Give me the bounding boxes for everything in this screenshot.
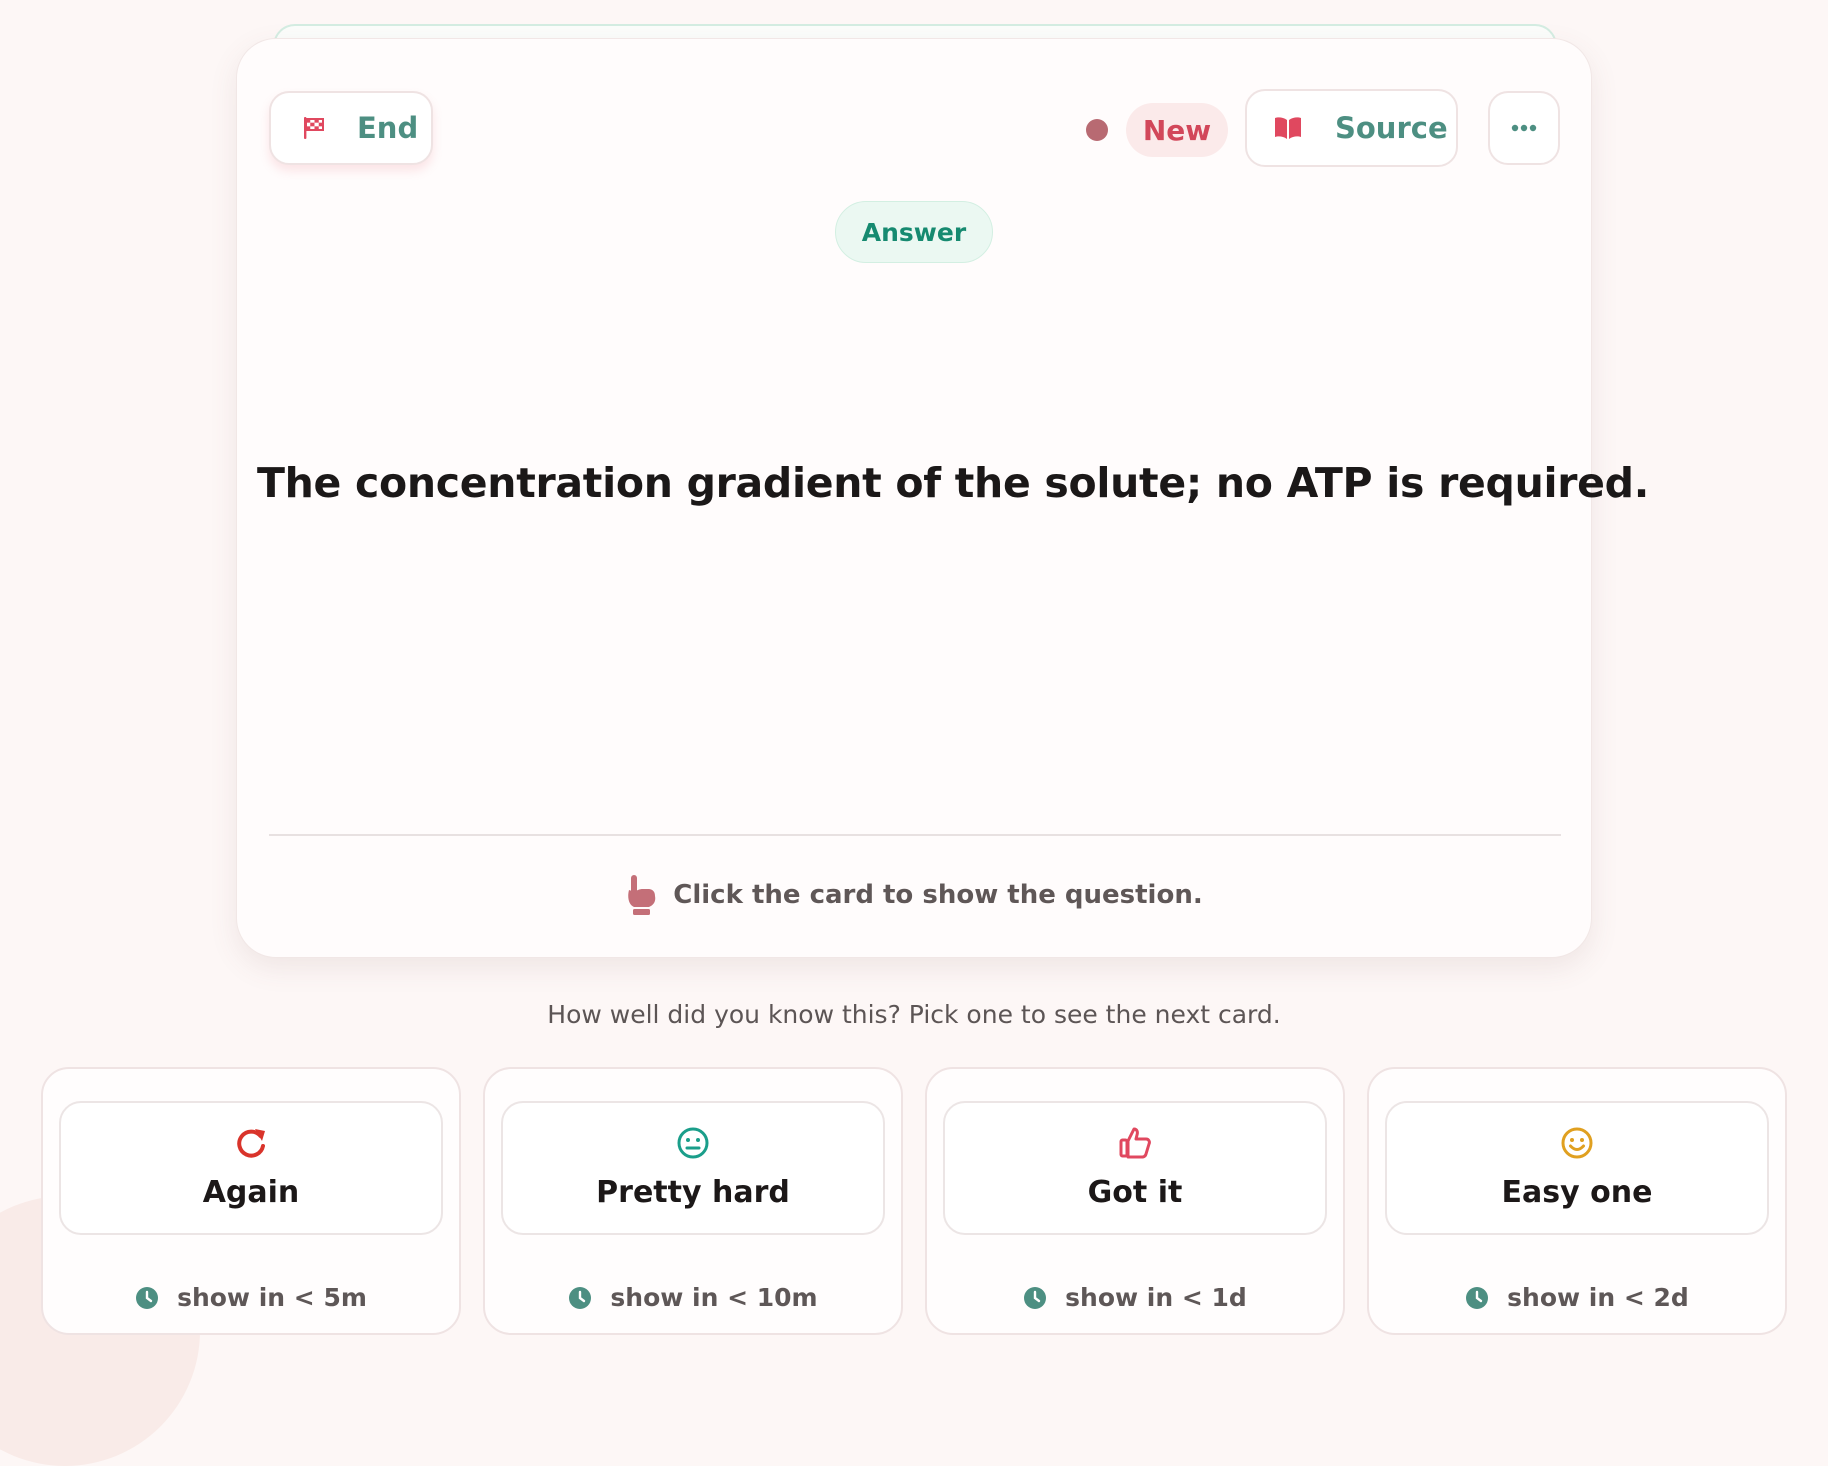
rating-interval: show in < 10m (485, 1283, 901, 1312)
rating-interval: show in < 2d (1369, 1283, 1785, 1312)
answer-text: The concentration gradient of the solute… (257, 459, 1649, 507)
flip-hint: Click the card to show the question. (237, 874, 1591, 916)
checkered-flag-icon (304, 117, 324, 139)
smile-face-icon (1561, 1127, 1593, 1159)
flashcard[interactable]: End New Source Answer The concentration … (236, 38, 1649, 958)
status-dot (1086, 119, 1108, 141)
flip-hint-text: Click the card to show the question. (673, 880, 1203, 910)
rating-interval-text: show in < 10m (610, 1283, 818, 1312)
rating-option-pretty-hard[interactable]: Pretty hard show in < 10m (483, 1067, 903, 1335)
open-book-icon (1275, 117, 1301, 139)
clock-icon (569, 1286, 592, 1309)
rating-button[interactable]: Got it (943, 1101, 1327, 1235)
rating-prompt: How well did you know this? Pick one to … (547, 1000, 1281, 1029)
more-dots-icon (1511, 124, 1537, 132)
status-badge: New (1126, 103, 1228, 157)
more-options-button[interactable] (1488, 91, 1560, 165)
rating-option-again[interactable]: Again show in < 5m (41, 1067, 461, 1335)
rating-interval-text: show in < 2d (1507, 1283, 1689, 1312)
rating-label: Again (202, 1175, 300, 1210)
rating-interval-text: show in < 5m (177, 1283, 367, 1312)
retry-icon (237, 1129, 265, 1158)
source-label: Source (1335, 111, 1448, 145)
end-label: End (357, 111, 419, 145)
card-side-badge: Answer (835, 201, 993, 263)
rating-interval: show in < 5m (43, 1283, 459, 1312)
card-divider (269, 834, 1561, 836)
rating-option-easy-one[interactable]: Easy one show in < 2d (1367, 1067, 1787, 1335)
rating-label: Easy one (1501, 1175, 1653, 1210)
rating-label: Pretty hard (596, 1175, 790, 1210)
rating-button[interactable]: Pretty hard (501, 1101, 885, 1235)
neutral-face-icon (677, 1127, 709, 1159)
rating-button[interactable]: Easy one (1385, 1101, 1769, 1235)
clock-icon (136, 1286, 159, 1309)
end-session-button[interactable]: End (269, 91, 433, 165)
source-button[interactable]: Source (1245, 89, 1458, 167)
pointing-hand-icon (628, 875, 656, 915)
clock-icon (1024, 1286, 1047, 1309)
rating-option-got-it[interactable]: Got it show in < 1d (925, 1067, 1345, 1335)
rating-interval-text: show in < 1d (1065, 1283, 1247, 1312)
rating-label: Got it (1087, 1175, 1183, 1210)
clock-icon (1466, 1286, 1489, 1309)
rating-interval: show in < 1d (927, 1283, 1343, 1312)
rating-button[interactable]: Again (59, 1101, 443, 1235)
thumbs-up-icon (1119, 1127, 1151, 1159)
